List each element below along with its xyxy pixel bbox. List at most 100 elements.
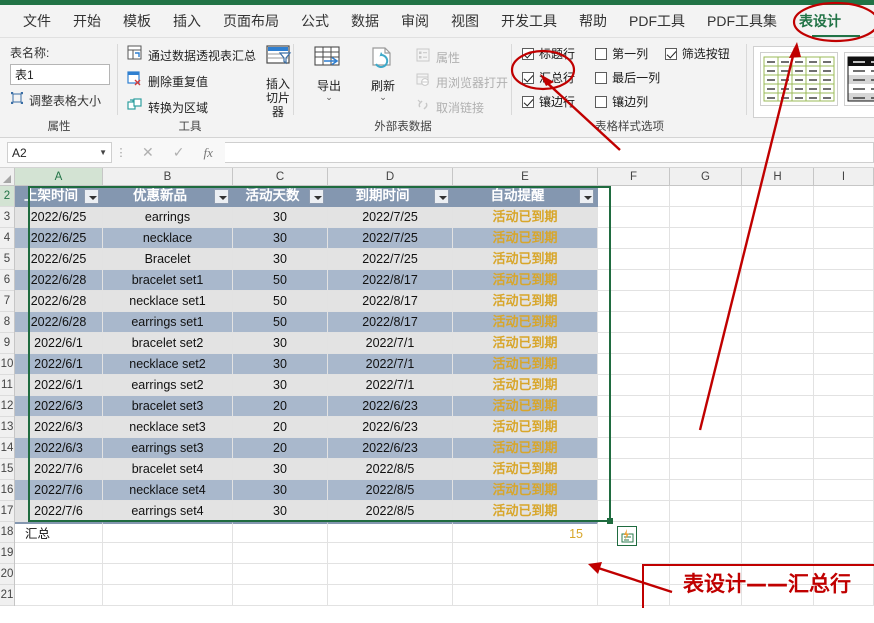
empty-cell[interactable] [670, 501, 742, 522]
row-header-2[interactable]: 2 [0, 186, 14, 207]
table-header-cell-2[interactable]: 活动天数 [233, 186, 328, 207]
table-cell-c[interactable]: 30 [233, 354, 328, 375]
table-cell-a[interactable]: 2022/6/1 [15, 375, 103, 396]
style-option-2[interactable]: 筛选按钮 [664, 45, 743, 62]
table-cell-d[interactable]: 2022/7/1 [328, 354, 453, 375]
table-cell-b[interactable]: necklace [103, 228, 233, 249]
table-header-cell-0[interactable]: 上架时间 [15, 186, 103, 207]
empty-cell[interactable] [814, 354, 874, 375]
empty-cell[interactable] [742, 354, 814, 375]
table-header-cell-1[interactable]: 优惠新品 [103, 186, 233, 207]
empty-cell[interactable] [742, 312, 814, 333]
row-header-20[interactable]: 20 [0, 564, 14, 585]
table-cell-e[interactable]: 活动已到期 [453, 228, 598, 249]
column-header-E[interactable]: E [453, 168, 598, 185]
column-header-D[interactable]: D [328, 168, 453, 185]
empty-cell[interactable] [453, 543, 598, 564]
empty-cell[interactable] [814, 501, 874, 522]
empty-cell[interactable] [15, 585, 103, 606]
table-cell-d[interactable]: 2022/7/1 [328, 375, 453, 396]
table-cell-e[interactable]: 活动已到期 [453, 270, 598, 291]
table-cell-d[interactable]: 2022/8/5 [328, 459, 453, 480]
formula-bar-expand-handle[interactable]: ⋮ [112, 146, 130, 159]
empty-cell[interactable] [233, 564, 328, 585]
column-header-C[interactable]: C [233, 168, 328, 185]
table-cell-e[interactable]: 活动已到期 [453, 417, 598, 438]
table-cell-a[interactable]: 2022/7/6 [15, 459, 103, 480]
column-header-A[interactable]: A [15, 168, 103, 185]
empty-cell[interactable] [670, 375, 742, 396]
empty-cell[interactable] [598, 396, 670, 417]
column-header-H[interactable]: H [742, 168, 814, 185]
table-cell-a[interactable]: 2022/6/3 [15, 438, 103, 459]
table-cell-e[interactable]: 活动已到期 [453, 291, 598, 312]
table-cell-c[interactable]: 30 [233, 459, 328, 480]
table-cell-b[interactable]: earrings set3 [103, 438, 233, 459]
empty-cell[interactable] [598, 543, 670, 564]
ribbon-tab-6[interactable]: 数据 [340, 7, 390, 35]
table-cell-c[interactable]: 20 [233, 417, 328, 438]
selection-fill-handle[interactable] [607, 518, 613, 524]
filter-dropdown-icon[interactable] [434, 189, 449, 204]
table-cell-c[interactable]: 30 [233, 207, 328, 228]
table-cell-a[interactable]: 2022/6/28 [15, 312, 103, 333]
empty-cell[interactable] [328, 585, 453, 606]
empty-cell[interactable] [814, 291, 874, 312]
insert-slicer-button[interactable]: 插入 切片器 [262, 38, 295, 137]
empty-cell[interactable] [103, 585, 233, 606]
empty-cell[interactable] [742, 396, 814, 417]
filter-dropdown-icon[interactable] [84, 189, 99, 204]
style-option-5[interactable]: 镶边行 [522, 93, 595, 110]
empty-cell[interactable] [598, 333, 670, 354]
table-cell-a[interactable]: 2022/6/25 [15, 228, 103, 249]
table-cell-d[interactable]: 2022/8/17 [328, 291, 453, 312]
table-cell-a[interactable]: 2022/6/3 [15, 417, 103, 438]
row-header-13[interactable]: 13 [0, 417, 14, 438]
table-cell-e[interactable]: 活动已到期 [453, 396, 598, 417]
summarize-with-pivot-button[interactable]: 通过数据透视表汇总 [127, 45, 256, 65]
empty-cell[interactable] [670, 270, 742, 291]
empty-cell[interactable] [742, 501, 814, 522]
checkbox-icon[interactable] [595, 95, 608, 108]
refresh-chevron-down-icon[interactable]: ⌄ [356, 93, 410, 102]
table-cell-e[interactable]: 活动已到期 [453, 459, 598, 480]
checkbox-icon[interactable] [595, 71, 608, 84]
table-cell-e[interactable]: 活动已到期 [453, 312, 598, 333]
insert-function-icon[interactable]: fx [203, 145, 212, 161]
table-cell-d[interactable]: 2022/6/23 [328, 438, 453, 459]
table-cell-b[interactable]: necklace set2 [103, 354, 233, 375]
empty-cell[interactable] [814, 333, 874, 354]
empty-cell[interactable] [670, 396, 742, 417]
style-option-3[interactable]: 汇总行 [522, 69, 595, 86]
row-header-12[interactable]: 12 [0, 396, 14, 417]
row-header-16[interactable]: 16 [0, 480, 14, 501]
empty-cell[interactable] [670, 186, 742, 207]
table-cell-a[interactable]: 2022/7/6 [15, 480, 103, 501]
filter-dropdown-icon[interactable] [309, 189, 324, 204]
empty-cell[interactable] [233, 585, 328, 606]
empty-cell[interactable] [598, 207, 670, 228]
table-cell-b[interactable]: bracelet set4 [103, 459, 233, 480]
filter-dropdown-icon[interactable] [214, 189, 229, 204]
ribbon-tab-2[interactable]: 模板 [112, 7, 162, 35]
ribbon-tab-1[interactable]: 开始 [62, 7, 112, 35]
table-cell-b[interactable]: necklace set4 [103, 480, 233, 501]
empty-cell[interactable] [670, 291, 742, 312]
empty-cell[interactable] [598, 228, 670, 249]
table-cell-b[interactable]: bracelet set1 [103, 270, 233, 291]
style-option-6[interactable]: 镶边列 [595, 93, 665, 110]
empty-cell[interactable] [742, 480, 814, 501]
checkbox-icon[interactable] [522, 47, 535, 60]
empty-cell[interactable] [742, 417, 814, 438]
table-cell-b[interactable]: earrings set1 [103, 312, 233, 333]
ribbon-tab-9[interactable]: 开发工具 [490, 7, 568, 35]
row-header-8[interactable]: 8 [0, 312, 14, 333]
empty-cell[interactable] [233, 543, 328, 564]
row-header-10[interactable]: 10 [0, 354, 14, 375]
ribbon-tab-7[interactable]: 审阅 [390, 7, 440, 35]
table-cell-e[interactable]: 活动已到期 [453, 249, 598, 270]
empty-cell[interactable] [742, 249, 814, 270]
empty-cell[interactable] [814, 186, 874, 207]
row-header-5[interactable]: 5 [0, 249, 14, 270]
table-cell-d[interactable]: 2022/6/23 [328, 417, 453, 438]
